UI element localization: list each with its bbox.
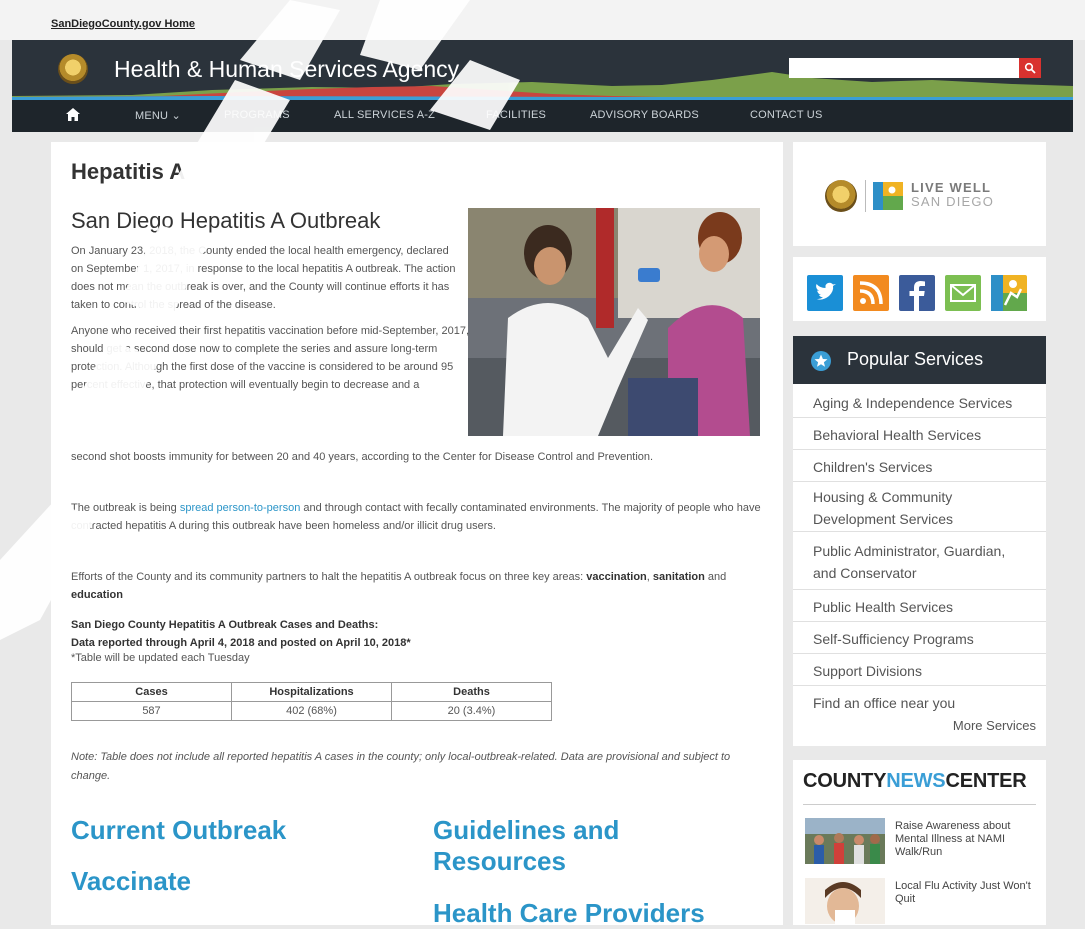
nav-programs[interactable]: PROGRAMS (224, 109, 290, 121)
find-office-link[interactable]: Find an office near you (793, 688, 1046, 718)
top-link-bar: SanDiegoCounty.gov Home (0, 0, 1085, 40)
outbreak-heading: San Diego Hepatitis A Outbreak (71, 208, 381, 233)
live-well-logo-icon (873, 182, 903, 210)
main-nav: MENU ⌄ PROGRAMS ALL SERVICES A-Z FACILIT… (12, 98, 1073, 132)
twitter-icon[interactable] (807, 275, 843, 311)
service-behavioral-health[interactable]: Behavioral Health Services (793, 420, 1046, 450)
nav-facilities[interactable]: FACILITIES (486, 109, 546, 121)
live-well-card[interactable]: LIVE WELL SAN DIEGO (793, 142, 1046, 246)
table-cell-deaths: 20 (3.4%) (391, 701, 552, 721)
table-header-row: Cases Hospitalizations Deaths (71, 682, 552, 702)
service-housing-community[interactable]: Housing & Community Development Services (793, 484, 1046, 532)
vaccination-photo-image (468, 208, 760, 436)
service-aging-independence[interactable]: Aging & Independence Services (793, 388, 1046, 418)
table-row: 587 402 (68%) 20 (3.4%) (71, 701, 552, 721)
service-support-divisions[interactable]: Support Divisions (793, 656, 1046, 686)
county-home-link[interactable]: SanDiegoCounty.gov Home (51, 18, 195, 30)
more-services-link[interactable]: More Services (953, 718, 1036, 733)
home-icon[interactable] (66, 108, 80, 121)
search-button[interactable] (1019, 58, 1041, 78)
paragraph-key-areas: Efforts of the County and its community … (71, 571, 727, 601)
guidelines-resources-link[interactable]: Guidelines and Resources (433, 815, 693, 877)
email-icon[interactable] (945, 275, 981, 311)
current-outbreak-link[interactable]: Current Outbreak (71, 815, 286, 846)
cases-heading: San Diego County Hepatitis A Outbreak Ca… (71, 619, 411, 649)
paragraph-emergency-ended: On January 23, 2018, the County ended th… (71, 245, 456, 311)
news-center-logo[interactable]: COUNTYNEWSCENTER (803, 770, 1027, 793)
page-title: Hepatitis A (71, 159, 186, 184)
county-news-center-card: COUNTYNEWSCENTER Raise Awareness about M… (793, 760, 1046, 925)
agency-title: Health & Human Services Agency (114, 56, 460, 82)
rss-icon[interactable] (853, 275, 889, 311)
star-badge-icon (811, 351, 831, 371)
table-disclaimer: Note: Table does not include all reporte… (71, 751, 731, 782)
divider (865, 180, 866, 212)
nav-advisory-boards[interactable]: ADVISORY BOARDS (590, 109, 699, 121)
nav-all-services[interactable]: ALL SERVICES A-Z (334, 109, 435, 121)
nav-menu[interactable]: MENU ⌄ (135, 109, 181, 122)
chevron-down-icon: ⌄ (171, 110, 181, 122)
county-seal-logo (825, 180, 857, 212)
cases-table: Cases Hospitalizations Deaths 587 402 (6… (71, 682, 552, 721)
san-diego-text: SAN DIEGO (911, 194, 995, 209)
service-childrens[interactable]: Children's Services (793, 452, 1046, 482)
news-item-flu-activity[interactable]: Local Flu Activity Just Won't Quit (895, 880, 1043, 906)
nav-contact-us[interactable]: CONTACT US (750, 109, 823, 121)
livewell-icon[interactable] (991, 275, 1027, 311)
main-content: Hepatitis A San Diego Hepatitis A Outbre… (51, 142, 783, 928)
table-update-note: *Table will be updated each Tuesday (71, 652, 250, 664)
vaccinate-link[interactable]: Vaccinate (71, 866, 191, 897)
service-public-health[interactable]: Public Health Services (793, 592, 1046, 622)
county-seal-logo (58, 54, 88, 84)
table-header-deaths: Deaths (391, 682, 552, 702)
table-cell-cases: 587 (71, 701, 232, 721)
table-cell-hospitalizations: 402 (68%) (231, 701, 392, 721)
table-header-hospitalizations: Hospitalizations (231, 682, 392, 702)
service-public-administrator[interactable]: Public Administrator, Guardian, and Cons… (793, 534, 1046, 590)
paragraph-second-dose: Anyone who received their first hepatiti… (71, 325, 470, 391)
popular-services-title: Popular Services (847, 349, 984, 369)
facebook-icon[interactable] (899, 275, 935, 311)
divider (803, 804, 1036, 805)
live-well-text: LIVE WELL (911, 180, 992, 195)
popular-services-card: Popular Services Aging & Independence Se… (793, 336, 1046, 746)
popular-services-header: Popular Services (793, 336, 1046, 384)
search-input[interactable] (789, 58, 1019, 78)
paragraph-second-dose-continued: second shot boosts immunity for between … (71, 451, 654, 463)
search-icon (1024, 62, 1036, 74)
social-links-card (793, 257, 1046, 321)
table-header-cases: Cases (71, 682, 232, 702)
news-item-nami-walk[interactable]: Raise Awareness about Mental Illness at … (895, 820, 1043, 859)
news-thumbnail-flu[interactable] (805, 878, 885, 924)
service-self-sufficiency[interactable]: Self-Sufficiency Programs (793, 624, 1046, 654)
news-thumbnail-walk[interactable] (805, 818, 885, 864)
paragraph-spread: The outbreak is being spread person-to-p… (71, 502, 761, 532)
agency-header: Health & Human Services Agency (12, 40, 1073, 98)
spread-person-to-person-link[interactable]: spread person-to-person (180, 502, 300, 514)
vaccination-photo (468, 208, 760, 436)
health-care-providers-link[interactable]: Health Care Providers (433, 898, 705, 929)
